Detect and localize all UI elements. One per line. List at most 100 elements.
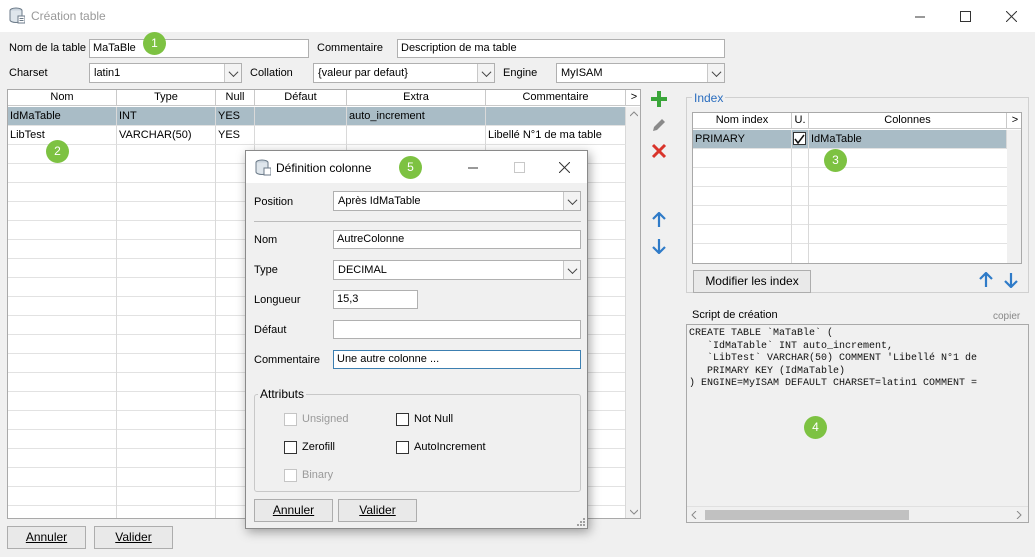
index-move-down-button[interactable]: [1001, 270, 1021, 290]
column-name-input[interactable]: AutreColonne: [333, 230, 581, 249]
column-comment-input[interactable]: Une autre colonne ...: [333, 350, 581, 369]
index-grid-lines: [693, 149, 1007, 263]
scroll-left-icon[interactable]: [691, 511, 697, 519]
length-label: Longueur: [254, 294, 301, 306]
table-row-cell[interactable]: [255, 126, 347, 145]
table-row-cell[interactable]: IdMaTable: [8, 107, 117, 126]
table-row-cell[interactable]: INT: [117, 107, 216, 126]
dialog-cancel-button[interactable]: Annuler: [254, 499, 333, 522]
minimize-icon: [467, 167, 478, 168]
zerofill-checkbox[interactable]: [284, 441, 297, 454]
table-row-cell[interactable]: VARCHAR(50): [117, 126, 216, 145]
column-header-extra[interactable]: Extra: [347, 90, 486, 106]
autoincrement-checkbox[interactable]: [396, 441, 409, 454]
window-titlebar: Création table: [0, 0, 1035, 32]
column-header-nom[interactable]: Nom: [8, 90, 117, 106]
binary-label: Binary: [302, 469, 334, 481]
delete-icon: [651, 143, 667, 159]
scroll-down-icon[interactable]: [630, 509, 638, 515]
column-header-defaut[interactable]: Défaut: [255, 90, 347, 106]
copy-link[interactable]: copier: [993, 311, 1020, 322]
table-row-cell[interactable]: [486, 107, 626, 126]
index-grid[interactable]: Nom index U. Colonnes > PRIMARY IdMaTabl…: [692, 112, 1022, 264]
grid-vertical-scrollbar[interactable]: [626, 107, 640, 518]
index-header-columns[interactable]: Colonnes: [809, 113, 1007, 129]
index-scroll-right-button[interactable]: >: [1007, 113, 1021, 129]
table-comment-input[interactable]: Description de ma table: [397, 39, 725, 58]
scroll-right-icon[interactable]: [1016, 511, 1022, 519]
dialog-minimize-button[interactable]: [450, 151, 496, 183]
script-horizontal-scrollbar[interactable]: [687, 506, 1028, 522]
column-definition-dialog: Définition colonne 5 Position Après IdMa…: [245, 150, 588, 529]
modify-index-button[interactable]: Modifier les index: [693, 270, 811, 293]
table-row-cell[interactable]: [347, 126, 486, 145]
maximize-icon: [959, 10, 971, 22]
default-label: Défaut: [254, 324, 287, 336]
table-row-cell[interactable]: [255, 107, 347, 126]
arrow-up-icon: [979, 272, 993, 287]
delete-column-button[interactable]: [649, 141, 669, 161]
position-select[interactable]: Après IdMaTable: [333, 191, 581, 211]
chevron-down-icon: [563, 261, 580, 279]
table-name-input[interactable]: MaTaBle: [89, 39, 309, 58]
binary-checkbox[interactable]: [284, 469, 297, 482]
engine-select[interactable]: MyISAM: [556, 63, 725, 83]
engine-value: MyISAM: [561, 67, 603, 79]
charset-select[interactable]: latin1: [89, 63, 242, 83]
type-select[interactable]: DECIMAL: [333, 260, 581, 280]
window-title: Création table: [31, 9, 106, 23]
unique-checkbox[interactable]: [793, 132, 806, 145]
cancel-button[interactable]: Annuler: [7, 526, 86, 549]
resize-grip-icon[interactable]: [576, 517, 586, 527]
table-row-cell[interactable]: YES: [216, 107, 255, 126]
charset-value: latin1: [94, 67, 121, 79]
not-null-checkbox[interactable]: [396, 413, 409, 426]
index-header-unique[interactable]: U.: [792, 113, 809, 129]
dialog-maximize-button[interactable]: [496, 151, 542, 183]
chevron-down-icon: [477, 64, 494, 82]
scroll-up-icon[interactable]: [630, 111, 638, 117]
add-icon: [651, 91, 667, 107]
index-vertical-scrollbar[interactable]: [1007, 130, 1021, 263]
collation-select[interactable]: {valeur par defaut}: [313, 63, 495, 83]
unsigned-checkbox[interactable]: [284, 413, 297, 426]
close-button[interactable]: [988, 0, 1034, 32]
move-up-button[interactable]: [649, 210, 669, 230]
chevron-down-icon: [707, 64, 724, 82]
index-row-columns[interactable]: IdMaTable: [809, 130, 1007, 149]
scrollbar-thumb[interactable]: [705, 510, 909, 520]
collation-label: Collation: [250, 67, 293, 79]
dialog-title: Définition colonne: [276, 161, 372, 175]
column-header-type[interactable]: Type: [117, 90, 216, 106]
dialog-close-button[interactable]: [541, 151, 587, 183]
column-header-null[interactable]: Null: [216, 90, 255, 106]
script-textarea[interactable]: CREATE TABLE `MaTaBle` ( `IdMaTable` INT…: [686, 324, 1029, 523]
column-header-commentaire[interactable]: Commentaire: [486, 90, 626, 106]
check-icon: [794, 134, 805, 145]
move-down-button[interactable]: [649, 236, 669, 256]
table-row-cell[interactable]: auto_increment: [347, 107, 486, 126]
badge-4: 4: [804, 416, 827, 439]
minimize-button[interactable]: [897, 0, 943, 32]
add-column-button[interactable]: [649, 89, 669, 109]
maximize-icon: [513, 161, 525, 173]
badge-2: 2: [46, 140, 69, 163]
attributes-title: Attributs: [258, 387, 307, 401]
index-row-name[interactable]: PRIMARY: [693, 130, 792, 149]
default-input[interactable]: [333, 320, 581, 339]
close-icon: [1005, 10, 1017, 22]
table-row-cell[interactable]: Libellé N°1 de ma table: [486, 126, 626, 145]
dialog-validate-label: Valider: [359, 503, 396, 517]
position-value: Après IdMaTable: [338, 195, 421, 207]
scroll-right-button[interactable]: >: [626, 90, 640, 106]
table-row-cell[interactable]: YES: [216, 126, 255, 145]
validate-button[interactable]: Valider: [94, 526, 173, 549]
database-icon: [9, 7, 25, 24]
dialog-validate-button[interactable]: Valider: [338, 499, 417, 522]
index-move-up-button[interactable]: [976, 270, 996, 290]
edit-column-button[interactable]: [649, 115, 669, 135]
maximize-button[interactable]: [942, 0, 988, 32]
index-header-name[interactable]: Nom index: [693, 113, 792, 129]
index-row-unique[interactable]: [792, 130, 809, 149]
length-input[interactable]: 15,3: [333, 290, 418, 309]
